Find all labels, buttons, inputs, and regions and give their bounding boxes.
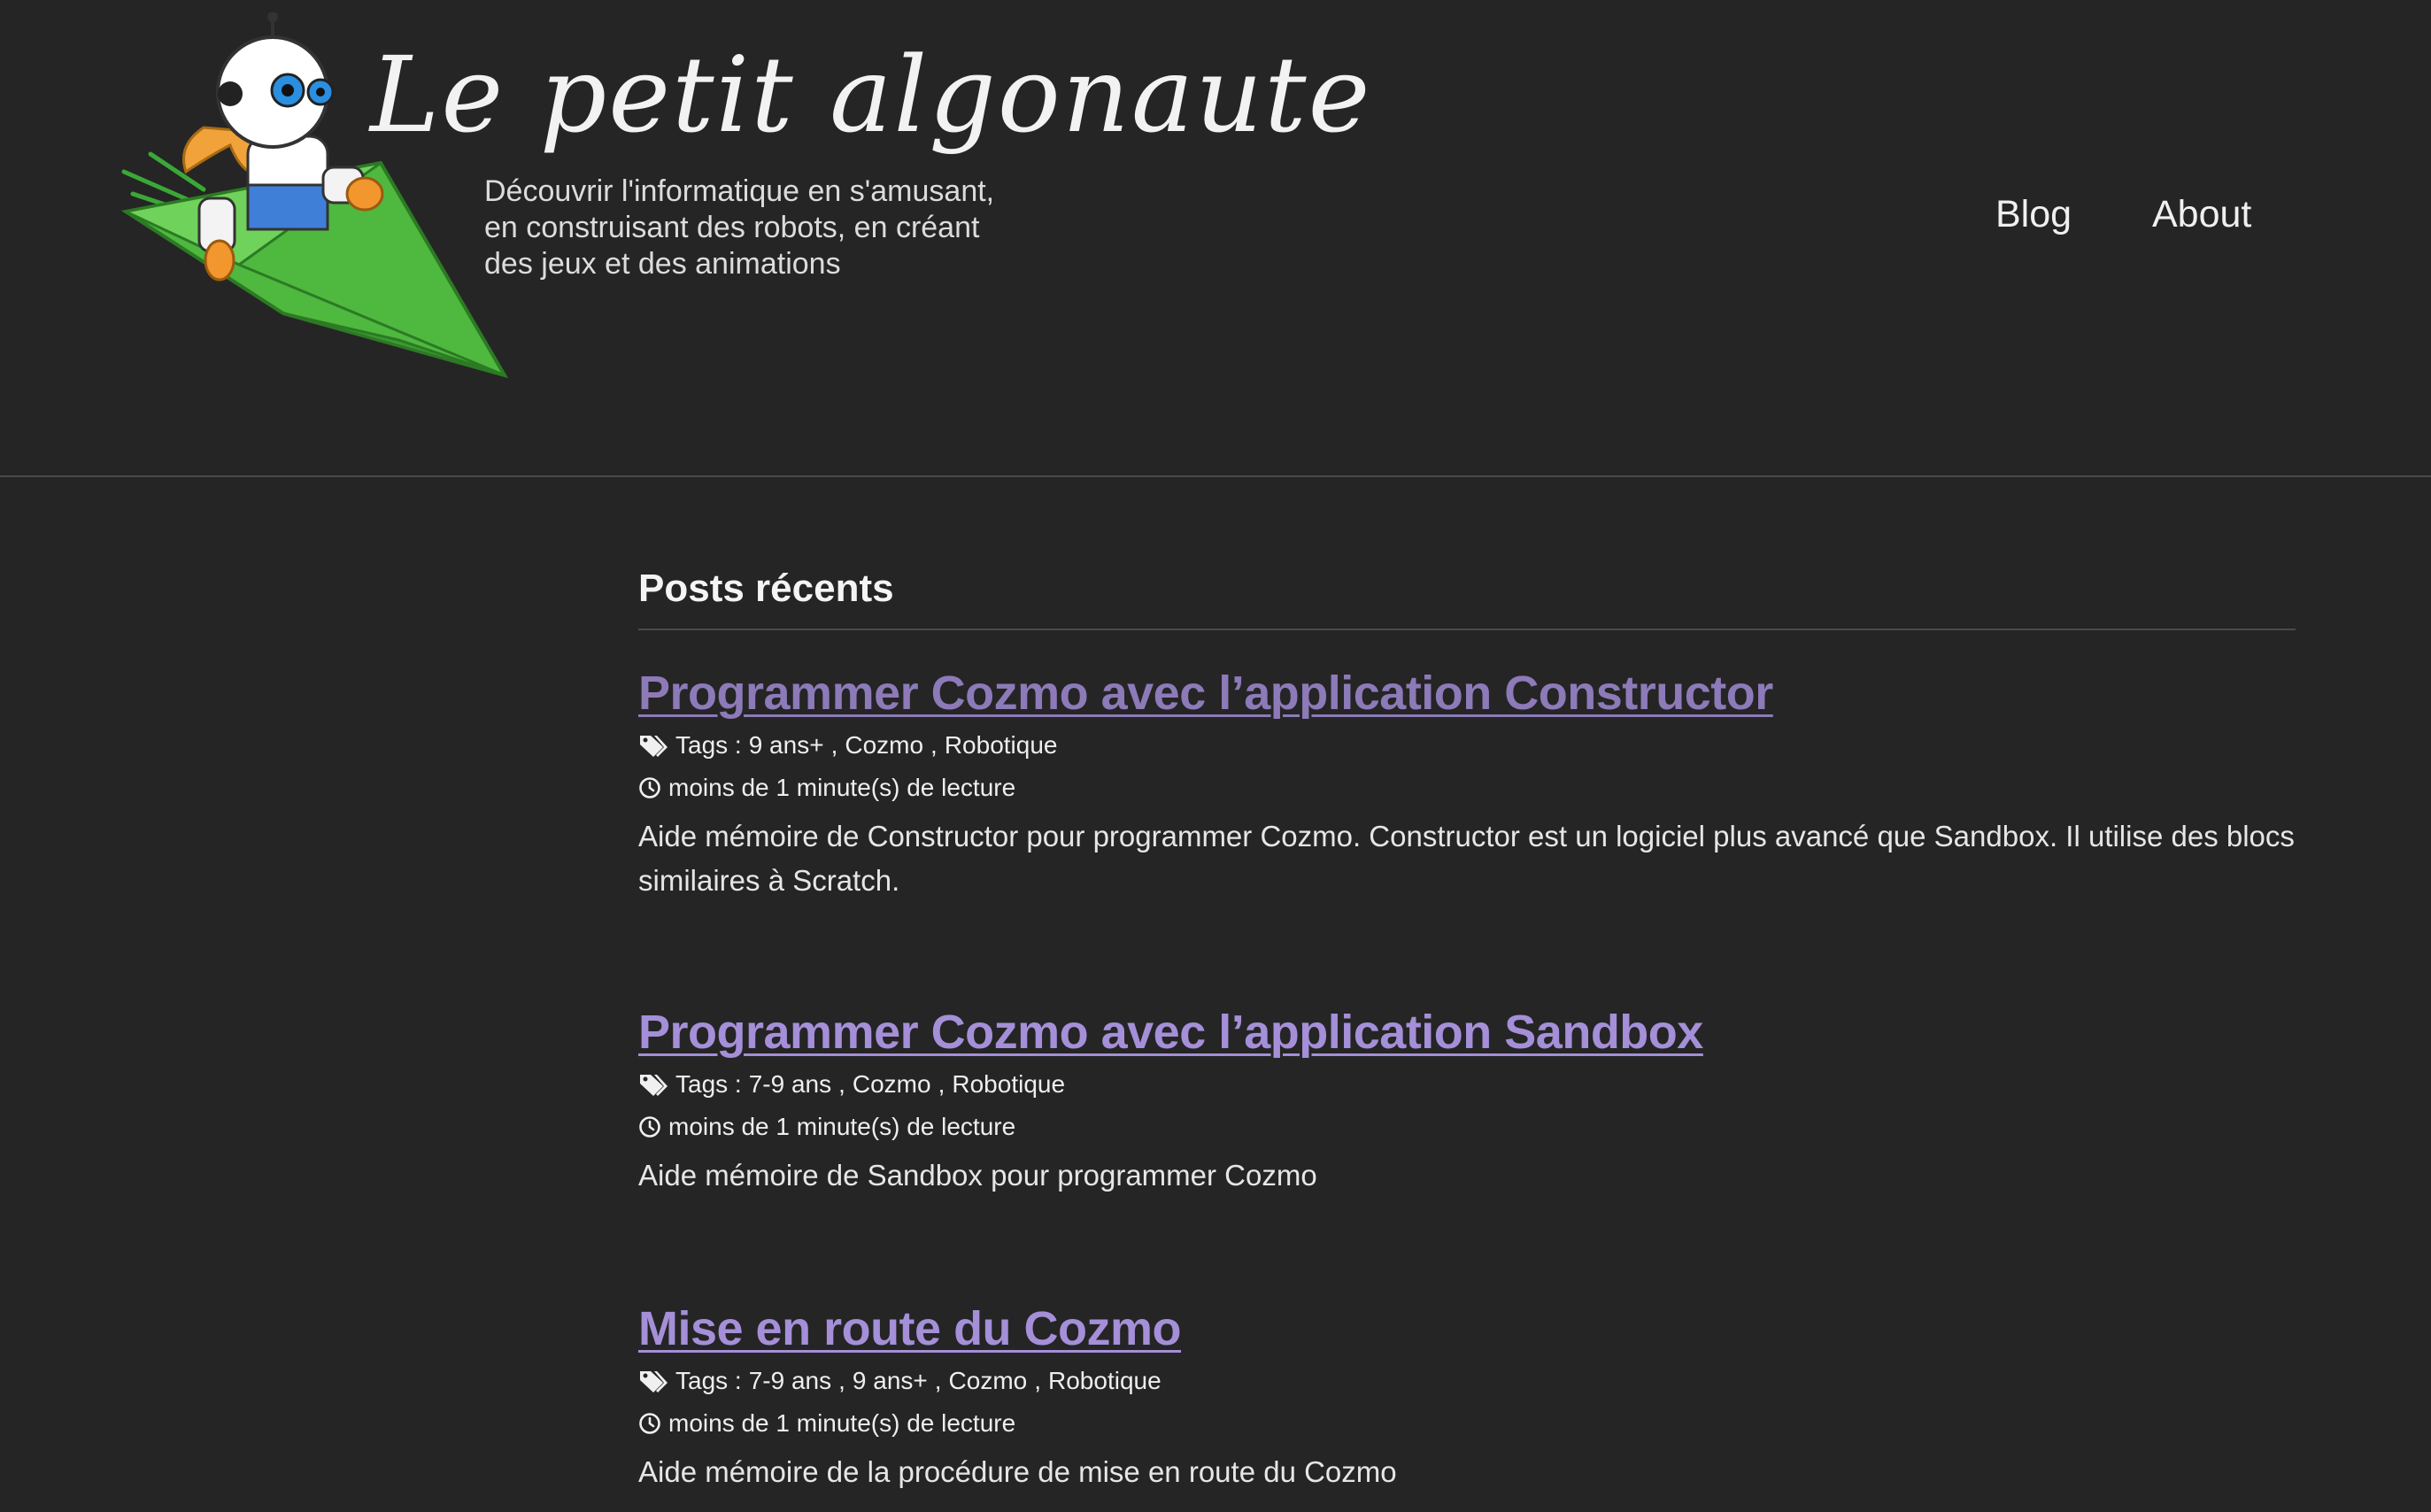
post-item: Mise en route du Cozmo Tags : 7-9 ans, 9… bbox=[638, 1301, 2296, 1494]
tagline-line: Découvrir l'informatique en s'amusant, bbox=[484, 174, 995, 208]
post-excerpt: Aide mémoire de Sandbox pour programmer … bbox=[638, 1159, 1317, 1192]
reading-time-text: moins de 1 minute(s) de lecture bbox=[668, 1113, 1016, 1140]
tagline-line: des jeux et des animations bbox=[484, 247, 841, 281]
post-title-link[interactable]: Programmer Cozmo avec l’application Cons… bbox=[638, 666, 1773, 721]
reading-time-text: moins de 1 minute(s) de lecture bbox=[668, 774, 1016, 801]
post-item: Programmer Cozmo avec l’application Cons… bbox=[638, 666, 2296, 903]
site-title[interactable]: Le petit algonaute bbox=[370, 34, 1371, 156]
clock-icon bbox=[639, 1116, 660, 1138]
tags-label: Tags : bbox=[675, 731, 742, 759]
tag-link[interactable]: Cozmo bbox=[949, 1367, 1028, 1395]
tags-icon bbox=[640, 1075, 668, 1096]
section-title: Posts récents bbox=[638, 567, 2296, 630]
reading-time-text: moins de 1 minute(s) de lecture bbox=[668, 1409, 1016, 1437]
tags-label: Tags : bbox=[675, 1070, 742, 1098]
tags-icon bbox=[640, 736, 668, 757]
post-item: Programmer Cozmo avec l’application Sand… bbox=[638, 1005, 2296, 1198]
tag-link[interactable]: 9 ans+ bbox=[749, 731, 824, 760]
reading-time: moins de 1 minute(s) de lecture bbox=[638, 1109, 2296, 1145]
tag-link[interactable]: Robotique bbox=[1048, 1367, 1161, 1395]
post-title-link[interactable]: Programmer Cozmo avec l’application Sand… bbox=[638, 1005, 1703, 1060]
post-excerpt: Aide mémoire de la procédure de mise en … bbox=[638, 1455, 1397, 1488]
tagline-line: en construisant des robots, en créant bbox=[484, 211, 980, 244]
tag-link[interactable]: Cozmo bbox=[845, 731, 923, 760]
main-content: Posts récents Programmer Cozmo avec l’ap… bbox=[638, 567, 2296, 1488]
tags-label: Tags : bbox=[675, 1367, 742, 1394]
post-title-link[interactable]: Mise en route du Cozmo bbox=[638, 1301, 1182, 1356]
reading-time: moins de 1 minute(s) de lecture bbox=[638, 1406, 2296, 1441]
tag-link[interactable]: Robotique bbox=[945, 731, 1058, 760]
tag-link[interactable]: Cozmo bbox=[853, 1070, 931, 1099]
reading-time: moins de 1 minute(s) de lecture bbox=[638, 770, 2296, 806]
nav-blog-link[interactable]: Blog bbox=[1995, 193, 2072, 236]
clock-icon bbox=[639, 777, 660, 798]
post-excerpt: Aide mémoire de Constructor pour program… bbox=[638, 820, 2295, 897]
post-tags: Tags : 7-9 ans, Cozmo, Robotique bbox=[638, 1067, 2296, 1102]
clock-icon bbox=[639, 1413, 660, 1434]
site-header: Le petit algonaute Découvrir l'informati… bbox=[0, 0, 2431, 477]
tag-link[interactable]: 7-9 ans bbox=[749, 1070, 831, 1099]
tag-link[interactable]: Robotique bbox=[952, 1070, 1065, 1099]
tag-link[interactable]: 9 ans+ bbox=[853, 1367, 928, 1395]
post-tags: Tags : 7-9 ans, 9 ans+, Cozmo, Robotique bbox=[638, 1363, 2296, 1399]
nav-about-link[interactable]: About bbox=[2152, 193, 2251, 236]
site-tagline: Découvrir l'informatique en s'amusant, e… bbox=[484, 174, 1122, 282]
post-tags: Tags : 9 ans+, Cozmo, Robotique bbox=[638, 728, 2296, 763]
tag-link[interactable]: 7-9 ans bbox=[749, 1367, 831, 1395]
tags-icon bbox=[640, 1371, 668, 1392]
